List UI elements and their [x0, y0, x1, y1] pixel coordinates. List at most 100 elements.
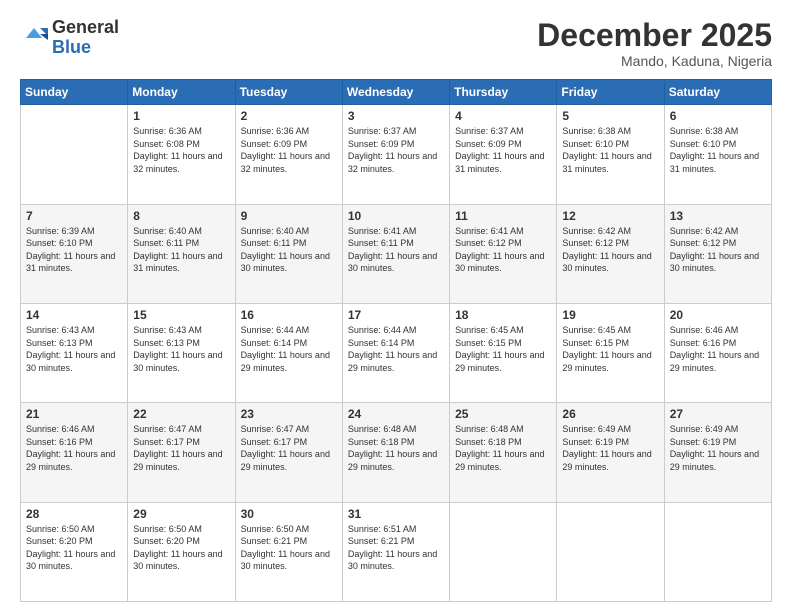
day-info: Sunrise: 6:43 AMSunset: 6:13 PMDaylight:… — [133, 324, 229, 374]
table-row: 25 Sunrise: 6:48 AMSunset: 6:18 PMDaylig… — [450, 403, 557, 502]
day-info: Sunrise: 6:50 AMSunset: 6:20 PMDaylight:… — [133, 523, 229, 573]
col-saturday: Saturday — [664, 80, 771, 105]
table-row: 4 Sunrise: 6:37 AMSunset: 6:09 PMDayligh… — [450, 105, 557, 204]
day-info: Sunrise: 6:37 AMSunset: 6:09 PMDaylight:… — [348, 125, 444, 175]
col-thursday: Thursday — [450, 80, 557, 105]
day-info: Sunrise: 6:38 AMSunset: 6:10 PMDaylight:… — [670, 125, 766, 175]
day-number: 30 — [241, 507, 337, 521]
day-number: 19 — [562, 308, 658, 322]
day-number: 7 — [26, 209, 122, 223]
logo-general: General — [52, 17, 119, 37]
day-info: Sunrise: 6:48 AMSunset: 6:18 PMDaylight:… — [455, 423, 551, 473]
table-row: 17 Sunrise: 6:44 AMSunset: 6:14 PMDaylig… — [342, 303, 449, 402]
table-row: 10 Sunrise: 6:41 AMSunset: 6:11 PMDaylig… — [342, 204, 449, 303]
day-info: Sunrise: 6:45 AMSunset: 6:15 PMDaylight:… — [562, 324, 658, 374]
day-info: Sunrise: 6:50 AMSunset: 6:20 PMDaylight:… — [26, 523, 122, 573]
col-sunday: Sunday — [21, 80, 128, 105]
table-row: 16 Sunrise: 6:44 AMSunset: 6:14 PMDaylig… — [235, 303, 342, 402]
day-number: 15 — [133, 308, 229, 322]
table-row: 3 Sunrise: 6:37 AMSunset: 6:09 PMDayligh… — [342, 105, 449, 204]
table-row: 6 Sunrise: 6:38 AMSunset: 6:10 PMDayligh… — [664, 105, 771, 204]
day-info: Sunrise: 6:36 AMSunset: 6:08 PMDaylight:… — [133, 125, 229, 175]
col-monday: Monday — [128, 80, 235, 105]
day-number: 6 — [670, 109, 766, 123]
day-info: Sunrise: 6:36 AMSunset: 6:09 PMDaylight:… — [241, 125, 337, 175]
table-row: 27 Sunrise: 6:49 AMSunset: 6:19 PMDaylig… — [664, 403, 771, 502]
calendar-week-3: 14 Sunrise: 6:43 AMSunset: 6:13 PMDaylig… — [21, 303, 772, 402]
day-info: Sunrise: 6:51 AMSunset: 6:21 PMDaylight:… — [348, 523, 444, 573]
table-row: 20 Sunrise: 6:46 AMSunset: 6:16 PMDaylig… — [664, 303, 771, 402]
table-row: 5 Sunrise: 6:38 AMSunset: 6:10 PMDayligh… — [557, 105, 664, 204]
day-number: 29 — [133, 507, 229, 521]
day-number: 26 — [562, 407, 658, 421]
day-info: Sunrise: 6:41 AMSunset: 6:11 PMDaylight:… — [348, 225, 444, 275]
col-wednesday: Wednesday — [342, 80, 449, 105]
day-number: 21 — [26, 407, 122, 421]
page: General Blue December 2025 Mando, Kaduna… — [0, 0, 792, 612]
day-info: Sunrise: 6:42 AMSunset: 6:12 PMDaylight:… — [670, 225, 766, 275]
day-number: 28 — [26, 507, 122, 521]
calendar-header-row: Sunday Monday Tuesday Wednesday Thursday… — [21, 80, 772, 105]
table-row: 8 Sunrise: 6:40 AMSunset: 6:11 PMDayligh… — [128, 204, 235, 303]
calendar-table: Sunday Monday Tuesday Wednesday Thursday… — [20, 79, 772, 602]
day-number: 27 — [670, 407, 766, 421]
day-info: Sunrise: 6:48 AMSunset: 6:18 PMDaylight:… — [348, 423, 444, 473]
day-number: 1 — [133, 109, 229, 123]
day-number: 18 — [455, 308, 551, 322]
day-number: 4 — [455, 109, 551, 123]
table-row: 29 Sunrise: 6:50 AMSunset: 6:20 PMDaylig… — [128, 502, 235, 601]
day-number: 31 — [348, 507, 444, 521]
table-row: 15 Sunrise: 6:43 AMSunset: 6:13 PMDaylig… — [128, 303, 235, 402]
table-row: 31 Sunrise: 6:51 AMSunset: 6:21 PMDaylig… — [342, 502, 449, 601]
day-info: Sunrise: 6:47 AMSunset: 6:17 PMDaylight:… — [133, 423, 229, 473]
day-number: 16 — [241, 308, 337, 322]
table-row: 14 Sunrise: 6:43 AMSunset: 6:13 PMDaylig… — [21, 303, 128, 402]
day-info: Sunrise: 6:47 AMSunset: 6:17 PMDaylight:… — [241, 423, 337, 473]
calendar-week-4: 21 Sunrise: 6:46 AMSunset: 6:16 PMDaylig… — [21, 403, 772, 502]
day-info: Sunrise: 6:46 AMSunset: 6:16 PMDaylight:… — [26, 423, 122, 473]
table-row — [557, 502, 664, 601]
table-row — [664, 502, 771, 601]
day-info: Sunrise: 6:49 AMSunset: 6:19 PMDaylight:… — [562, 423, 658, 473]
calendar-week-2: 7 Sunrise: 6:39 AMSunset: 6:10 PMDayligh… — [21, 204, 772, 303]
day-number: 3 — [348, 109, 444, 123]
table-row — [21, 105, 128, 204]
table-row: 7 Sunrise: 6:39 AMSunset: 6:10 PMDayligh… — [21, 204, 128, 303]
day-number: 12 — [562, 209, 658, 223]
table-row: 12 Sunrise: 6:42 AMSunset: 6:12 PMDaylig… — [557, 204, 664, 303]
day-number: 11 — [455, 209, 551, 223]
day-number: 17 — [348, 308, 444, 322]
day-info: Sunrise: 6:44 AMSunset: 6:14 PMDaylight:… — [241, 324, 337, 374]
day-info: Sunrise: 6:39 AMSunset: 6:10 PMDaylight:… — [26, 225, 122, 275]
calendar-week-5: 28 Sunrise: 6:50 AMSunset: 6:20 PMDaylig… — [21, 502, 772, 601]
day-info: Sunrise: 6:46 AMSunset: 6:16 PMDaylight:… — [670, 324, 766, 374]
table-row: 21 Sunrise: 6:46 AMSunset: 6:16 PMDaylig… — [21, 403, 128, 502]
table-row: 18 Sunrise: 6:45 AMSunset: 6:15 PMDaylig… — [450, 303, 557, 402]
day-info: Sunrise: 6:40 AMSunset: 6:11 PMDaylight:… — [241, 225, 337, 275]
table-row: 28 Sunrise: 6:50 AMSunset: 6:20 PMDaylig… — [21, 502, 128, 601]
table-row: 24 Sunrise: 6:48 AMSunset: 6:18 PMDaylig… — [342, 403, 449, 502]
table-row: 2 Sunrise: 6:36 AMSunset: 6:09 PMDayligh… — [235, 105, 342, 204]
table-row: 23 Sunrise: 6:47 AMSunset: 6:17 PMDaylig… — [235, 403, 342, 502]
day-info: Sunrise: 6:37 AMSunset: 6:09 PMDaylight:… — [455, 125, 551, 175]
day-info: Sunrise: 6:50 AMSunset: 6:21 PMDaylight:… — [241, 523, 337, 573]
col-tuesday: Tuesday — [235, 80, 342, 105]
day-number: 24 — [348, 407, 444, 421]
table-row: 9 Sunrise: 6:40 AMSunset: 6:11 PMDayligh… — [235, 204, 342, 303]
logo-blue: Blue — [52, 37, 91, 57]
day-info: Sunrise: 6:40 AMSunset: 6:11 PMDaylight:… — [133, 225, 229, 275]
day-number: 9 — [241, 209, 337, 223]
table-row: 22 Sunrise: 6:47 AMSunset: 6:17 PMDaylig… — [128, 403, 235, 502]
day-info: Sunrise: 6:41 AMSunset: 6:12 PMDaylight:… — [455, 225, 551, 275]
table-row: 1 Sunrise: 6:36 AMSunset: 6:08 PMDayligh… — [128, 105, 235, 204]
day-number: 23 — [241, 407, 337, 421]
table-row: 19 Sunrise: 6:45 AMSunset: 6:15 PMDaylig… — [557, 303, 664, 402]
header: General Blue December 2025 Mando, Kaduna… — [20, 18, 772, 69]
table-row — [450, 502, 557, 601]
day-info: Sunrise: 6:38 AMSunset: 6:10 PMDaylight:… — [562, 125, 658, 175]
month-title: December 2025 — [537, 18, 772, 53]
location: Mando, Kaduna, Nigeria — [537, 53, 772, 69]
day-info: Sunrise: 6:44 AMSunset: 6:14 PMDaylight:… — [348, 324, 444, 374]
day-number: 5 — [562, 109, 658, 123]
day-number: 13 — [670, 209, 766, 223]
